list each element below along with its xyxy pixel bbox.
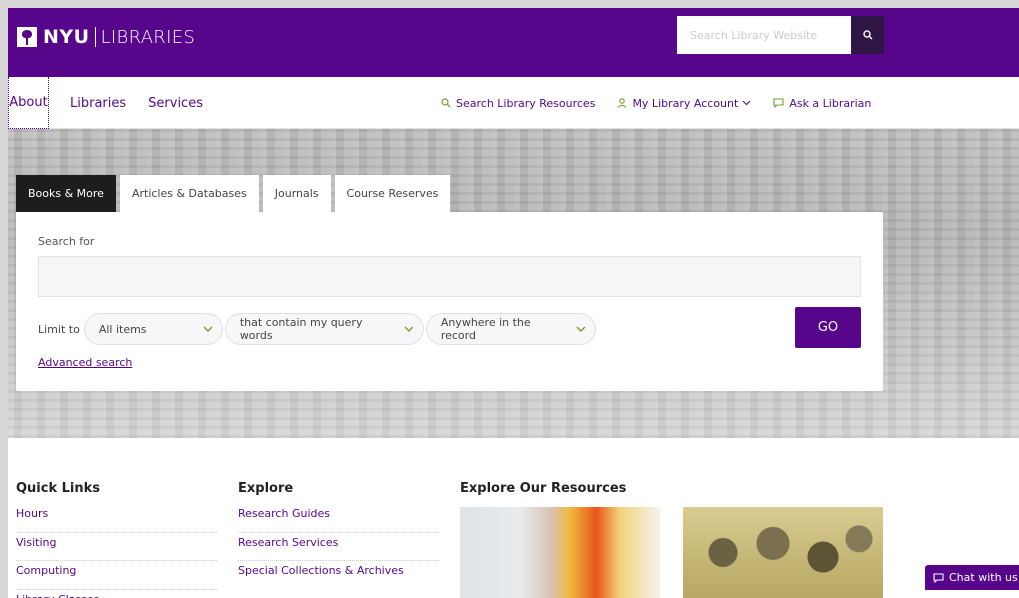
chat-with-us-label: Chat with us: [949, 571, 1018, 584]
query-match-value: that contain my query words: [239, 316, 363, 342]
explore-resources-section: Explore Our Resources: [460, 481, 880, 504]
limit-items-value: All items: [98, 322, 147, 336]
site-search-input[interactable]: [677, 16, 851, 54]
logo-libraries-text: LIBRARIES: [100, 26, 196, 48]
main-nav: About Libraries Services Search Library …: [8, 77, 1019, 129]
link-research-guides[interactable]: Research Guides: [238, 504, 439, 533]
chevron-down-icon: [404, 326, 414, 332]
search-library-resources-label: Search Library Resources: [456, 96, 596, 110]
chevron-down-icon: [203, 326, 213, 332]
link-research-services[interactable]: Research Services: [238, 533, 439, 561]
search-query-input[interactable]: [38, 256, 861, 297]
search-library-resources-link[interactable]: Search Library Resources: [441, 97, 595, 110]
tab-books-and-more[interactable]: Books & More: [16, 175, 116, 212]
search-scope-select[interactable]: Anywhere in the record: [425, 313, 596, 345]
nav-services[interactable]: Services: [148, 96, 203, 111]
page: NYU LIBRARIES About Libraries Services S…: [8, 8, 1019, 598]
resource-image-1[interactable]: [460, 507, 660, 598]
nav-about[interactable]: About: [8, 77, 49, 129]
link-special-collections[interactable]: Special Collections & Archives: [238, 561, 439, 590]
site-header: NYU LIBRARIES: [8, 8, 1019, 77]
link-library-classes[interactable]: Library Classes: [16, 590, 217, 598]
resource-image-2[interactable]: [683, 507, 883, 598]
quick-links-section: Quick Links Hours Visiting Computing Lib…: [16, 481, 217, 598]
chat-bubble-icon: [933, 572, 944, 583]
link-hours[interactable]: Hours: [16, 504, 217, 533]
limit-to-label: Limit to: [38, 322, 80, 336]
link-visiting[interactable]: Visiting: [16, 533, 217, 561]
search-for-label: Search for: [38, 235, 95, 248]
primary-nav: About Libraries Services: [8, 77, 225, 129]
quick-links-title: Quick Links: [16, 481, 101, 496]
nyu-libraries-logo[interactable]: NYU LIBRARIES: [17, 26, 195, 48]
hero-search-section: Books & More Articles & Databases Journa…: [8, 129, 1019, 438]
my-library-account-link[interactable]: My Library Account: [617, 97, 751, 110]
user-icon: [618, 98, 627, 108]
query-match-select[interactable]: that contain my query words: [224, 313, 424, 345]
ask-a-librarian-link[interactable]: Ask a Librarian: [773, 97, 871, 110]
site-search-button[interactable]: [851, 16, 884, 54]
my-library-account-label: My Library Account: [632, 96, 739, 110]
search-icon: [862, 30, 872, 40]
tab-articles-databases[interactable]: Articles & Databases: [119, 175, 259, 212]
go-button[interactable]: GO: [795, 307, 861, 348]
chevron-down-icon: [742, 100, 751, 106]
tab-course-reserves[interactable]: Course Reserves: [334, 175, 451, 212]
tab-journals[interactable]: Journals: [262, 175, 331, 212]
logo-nyu-text: NYU: [43, 26, 90, 48]
ask-a-librarian-label: Ask a Librarian: [789, 96, 872, 110]
search-tabs: Books & More Articles & Databases Journa…: [16, 175, 454, 212]
link-computing[interactable]: Computing: [16, 561, 217, 590]
search-icon: [441, 98, 451, 108]
advanced-search-link[interactable]: Advanced search: [38, 356, 132, 369]
utility-nav: Search Library Resources My Library Acco…: [441, 77, 893, 129]
chat-with-us-button[interactable]: Chat with us: [925, 565, 1019, 590]
chevron-down-icon: [576, 326, 586, 332]
limit-row: Limit to All items that contain my query…: [38, 313, 598, 345]
nav-libraries[interactable]: Libraries: [70, 96, 126, 111]
torch-icon: [17, 27, 37, 47]
site-search: [677, 16, 884, 54]
chat-bubble-icon: [773, 98, 784, 108]
explore-resources-title: Explore Our Resources: [460, 481, 627, 496]
limit-items-select[interactable]: All items: [83, 313, 223, 345]
search-panel: Search for Limit to All items that conta…: [16, 212, 883, 391]
explore-title: Explore: [238, 481, 294, 496]
explore-section: Explore Research Guides Research Service…: [238, 481, 439, 590]
logo-divider: [94, 27, 96, 47]
search-scope-value: Anywhere in the record: [440, 316, 531, 342]
